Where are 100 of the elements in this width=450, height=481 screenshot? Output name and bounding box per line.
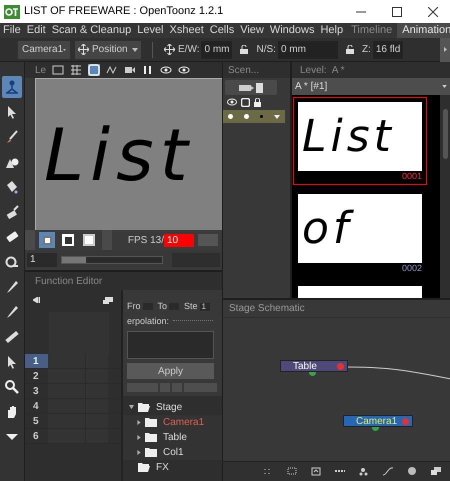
row-number[interactable]: 1 bbox=[25, 354, 48, 368]
blackbg-button[interactable] bbox=[62, 234, 74, 246]
arrow-icon bbox=[444, 47, 446, 52]
row-number[interactable]: 2 bbox=[25, 369, 48, 383]
field-label: N/S: bbox=[256, 43, 276, 57]
frame-slider[interactable] bbox=[61, 256, 163, 264]
camera-icon[interactable] bbox=[124, 64, 136, 76]
scroll-arrow-button[interactable] bbox=[440, 38, 450, 62]
move-icon bbox=[78, 44, 89, 55]
tree-icon[interactable] bbox=[359, 467, 369, 476]
lock-icon[interactable] bbox=[240, 45, 248, 54]
frame-icon[interactable] bbox=[52, 64, 64, 76]
eye-icon[interactable] bbox=[160, 64, 172, 76]
frame-icon[interactable] bbox=[311, 467, 321, 476]
curve-icon[interactable] bbox=[383, 467, 393, 476]
menu-item[interactable]: File bbox=[0, 23, 24, 38]
drawing-text: List bbox=[302, 114, 395, 158]
field-label: Z: bbox=[362, 43, 371, 57]
dropper-icon bbox=[4, 304, 20, 320]
move-icon bbox=[164, 44, 175, 55]
checkbg-button[interactable] bbox=[39, 232, 55, 248]
menu-item[interactable]: Cells bbox=[206, 23, 238, 38]
maximize-icon[interactable] bbox=[392, 6, 402, 16]
scroll-bar[interactable] bbox=[440, 95, 450, 298]
tree-item[interactable]: FX bbox=[156, 460, 169, 475]
caret-icon bbox=[442, 85, 447, 88]
frame-field[interactable]: 1 bbox=[27, 253, 57, 267]
apply-button[interactable]: Apply bbox=[127, 363, 214, 379]
eraser-icon bbox=[4, 229, 20, 245]
caret-icon bbox=[132, 48, 138, 52]
panel-title: Level: A * bbox=[300, 64, 344, 78]
frame-number: 0002 bbox=[402, 263, 422, 274]
brush-icon bbox=[4, 129, 20, 145]
menu-item[interactable]: Level bbox=[134, 23, 166, 38]
input-field[interactable]: 0 mm bbox=[278, 40, 338, 58]
dropper-icon bbox=[4, 279, 20, 295]
field-label: erpolation: bbox=[127, 314, 170, 328]
roller-icon bbox=[4, 204, 20, 220]
tree-item[interactable]: Stage bbox=[156, 400, 182, 415]
tape-icon bbox=[4, 254, 20, 270]
window-title: LIST OF FREEWARE : OpenToonz 1.2.1 bbox=[24, 4, 224, 20]
column-icon bbox=[239, 82, 263, 92]
sphere-icon[interactable] bbox=[407, 467, 417, 476]
field-label: Fro bbox=[127, 300, 140, 313]
drawing-text: List bbox=[44, 118, 194, 190]
fps-field[interactable]: 10 bbox=[164, 234, 194, 246]
caret-icon[interactable] bbox=[137, 435, 141, 440]
menu-item[interactable]: View bbox=[237, 23, 267, 38]
wave-icon[interactable] bbox=[106, 64, 118, 76]
column-header bbox=[49, 312, 109, 356]
panel-title: Stage Schematic bbox=[229, 302, 305, 316]
input-field[interactable]: 1 bbox=[200, 302, 210, 311]
object-dropdown[interactable]: Camera1 bbox=[18, 40, 70, 58]
row-number[interactable]: 3 bbox=[25, 384, 48, 398]
input-field[interactable]: 0 mm bbox=[201, 40, 232, 58]
preview-icon[interactable] bbox=[88, 64, 100, 76]
interpolation-dropdown[interactable] bbox=[173, 320, 214, 323]
caret-icon bbox=[274, 114, 280, 118]
slider-handle[interactable] bbox=[62, 257, 86, 263]
close-icon[interactable] bbox=[428, 6, 438, 16]
menu-item[interactable]: Edit bbox=[24, 23, 49, 38]
grid-icon[interactable] bbox=[70, 64, 82, 76]
room-tab[interactable]: Timeline bbox=[346, 23, 398, 38]
eye-icon[interactable] bbox=[227, 98, 237, 106]
switch-icon[interactable] bbox=[103, 296, 113, 304]
frame-number: 0001 bbox=[402, 171, 422, 182]
row-number[interactable]: 5 bbox=[25, 414, 48, 428]
caret-icon bbox=[63, 48, 66, 52]
column-header[interactable] bbox=[223, 110, 285, 123]
view-toggle-button[interactable] bbox=[225, 80, 277, 95]
fps-label: FPS 13/ bbox=[128, 234, 164, 248]
menu-item[interactable]: Xsheet bbox=[166, 23, 207, 38]
animate-icon bbox=[4, 79, 20, 95]
menu-item[interactable]: Scan & Cleanup bbox=[48, 23, 134, 38]
toggle-icon[interactable] bbox=[33, 297, 41, 303]
panel-title: Le bbox=[35, 64, 46, 78]
caret-icon[interactable] bbox=[129, 405, 134, 410]
app-logo-icon bbox=[4, 4, 20, 18]
level-dropdown[interactable]: A * [#1] bbox=[292, 78, 450, 95]
menu-item[interactable]: Help bbox=[317, 23, 346, 38]
panel-title: Function Editor bbox=[35, 274, 102, 288]
mode-dropdown[interactable]: Position bbox=[75, 40, 141, 58]
fit-icon[interactable] bbox=[287, 467, 297, 476]
input-field[interactable]: 16 fld bbox=[372, 40, 404, 58]
row-number[interactable]: 4 bbox=[25, 399, 48, 413]
drawing-text: of bbox=[302, 206, 352, 250]
panel-title: Scen... bbox=[228, 64, 260, 78]
frame-thumbnail[interactable]: List 0001 bbox=[293, 97, 427, 185]
eye-icon[interactable] bbox=[178, 64, 190, 76]
lock-icon[interactable] bbox=[254, 98, 261, 107]
field-label: E/W: bbox=[178, 43, 200, 57]
camstand-icon[interactable] bbox=[241, 98, 250, 107]
caret-icon[interactable] bbox=[137, 450, 141, 455]
window-icon[interactable] bbox=[431, 467, 441, 476]
caret-icon[interactable] bbox=[137, 420, 141, 425]
field-label: Ste bbox=[184, 300, 198, 313]
menu-item[interactable]: Windows bbox=[266, 23, 318, 38]
field-label: To bbox=[158, 300, 168, 313]
lock-icon[interactable] bbox=[346, 45, 354, 54]
row-number[interactable]: 6 bbox=[25, 429, 48, 443]
